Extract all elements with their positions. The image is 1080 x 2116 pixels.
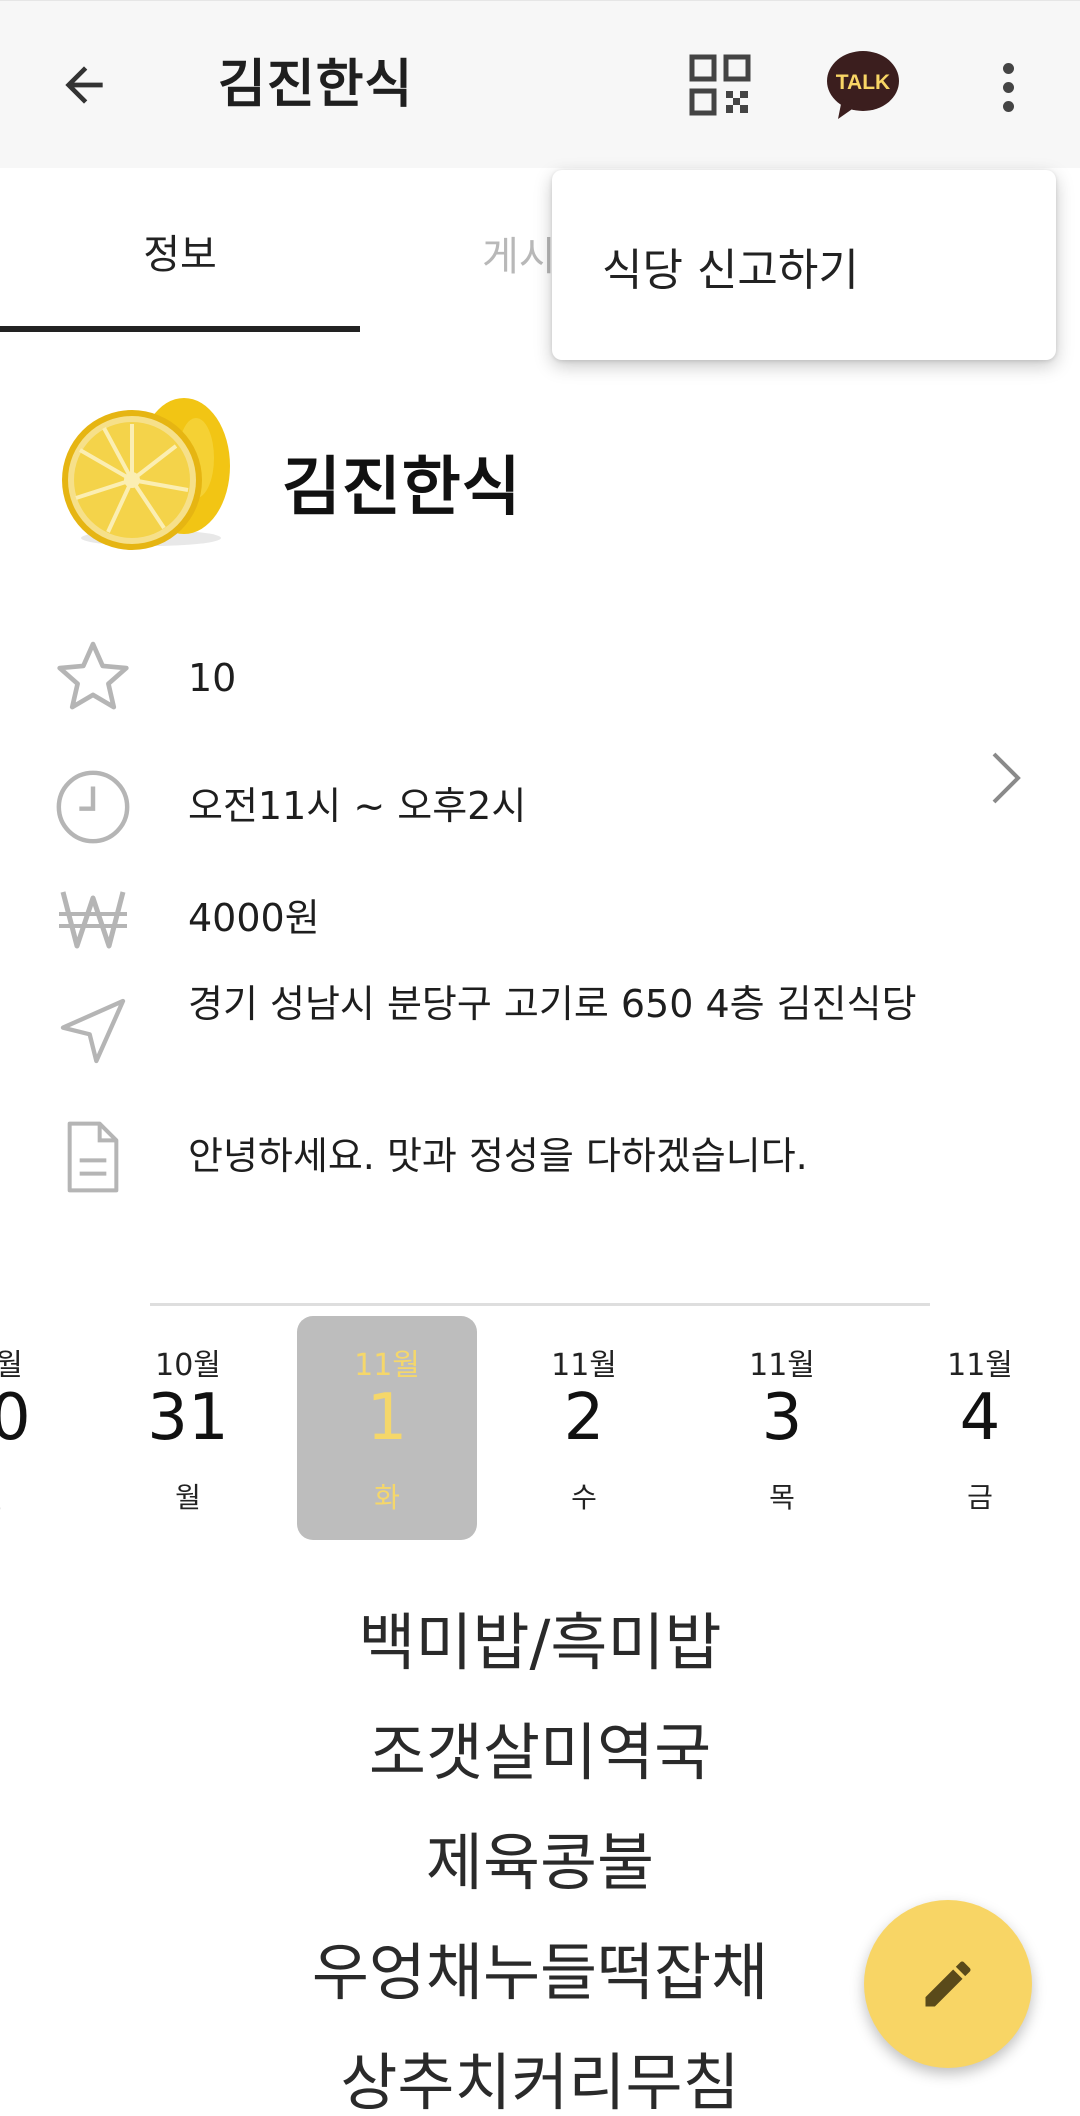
edit-pencil-icon	[925, 1961, 971, 2007]
divider	[150, 1303, 930, 1306]
menu-dish: 조갯살미역국	[368, 1716, 712, 1789]
date-selector: 10월 30 월 10월 31 월 11월 1 화 11월 2 수 11월 3 …	[0, 1310, 1080, 1550]
qr-code-icon	[689, 54, 751, 116]
price-row: 4000원	[0, 872, 1080, 968]
kakaotalk-icon: TALK	[827, 51, 899, 119]
hours-row[interactable]: 오전11시 ~ 오후2시	[0, 760, 1080, 860]
date-cell[interactable]: 11월 4 금	[890, 1316, 1070, 1540]
date-cell[interactable]: 11월 3 목	[692, 1316, 872, 1540]
edit-fab-button[interactable]	[864, 1900, 1032, 2068]
qr-code-button[interactable]	[688, 53, 752, 117]
hours-text: 오전11시 ~ 오후2시	[188, 784, 527, 828]
menu-dish: 제육콩불	[425, 1826, 655, 1899]
document-icon	[50, 1114, 136, 1200]
won-icon	[50, 876, 136, 962]
date-cell[interactable]: 10월 30 월	[0, 1316, 80, 1540]
chevron-right-icon[interactable]	[980, 748, 1030, 808]
price-text: 4000원	[188, 896, 320, 940]
tab-indicator	[0, 326, 360, 332]
address-text: 경기 성남시 분당구 고기로 650 4층 김진식당	[188, 982, 917, 1026]
store-name: 김진한식	[282, 451, 522, 525]
rating-value: 10	[188, 656, 237, 700]
kakaotalk-button[interactable]: TALK	[824, 47, 902, 123]
description-row: 안녕하세요. 맛과 정성을 다하겠습니다.	[0, 1110, 1080, 1210]
more-options-button[interactable]	[980, 51, 1036, 123]
overflow-menu: 식당 신고하기	[552, 170, 1056, 360]
star-icon	[50, 634, 136, 720]
lemon-image	[62, 398, 230, 550]
menu-item-report-restaurant[interactable]: 식당 신고하기	[602, 234, 859, 298]
description-text: 안녕하세요. 맛과 정성을 다하겠습니다.	[188, 1134, 808, 1178]
date-cell[interactable]: 11월 2 수	[494, 1316, 674, 1540]
store-logo	[56, 398, 236, 558]
clock-icon	[50, 764, 136, 850]
back-arrow-icon	[65, 66, 103, 104]
date-cell[interactable]: 10월 31 월	[98, 1316, 278, 1540]
address-row: 경기 성남시 분당구 고기로 650 4층 김진식당	[0, 980, 1080, 1090]
tab-board-label: 게시	[482, 234, 556, 280]
navigation-icon	[50, 988, 136, 1074]
menu-dish: 백미밥/흑미밥	[358, 1606, 722, 1679]
page-title: 김진한식	[218, 55, 414, 115]
rating-row: 10	[0, 630, 1080, 730]
app-bar: 김진한식 TALK	[0, 0, 1080, 168]
back-button[interactable]	[48, 49, 120, 121]
more-vert-icon	[1002, 62, 1014, 74]
svg-text:TALK: TALK	[836, 71, 890, 94]
tab-info[interactable]: 정보	[0, 168, 360, 334]
date-cell-selected[interactable]: 11월 1 화	[297, 1316, 477, 1540]
